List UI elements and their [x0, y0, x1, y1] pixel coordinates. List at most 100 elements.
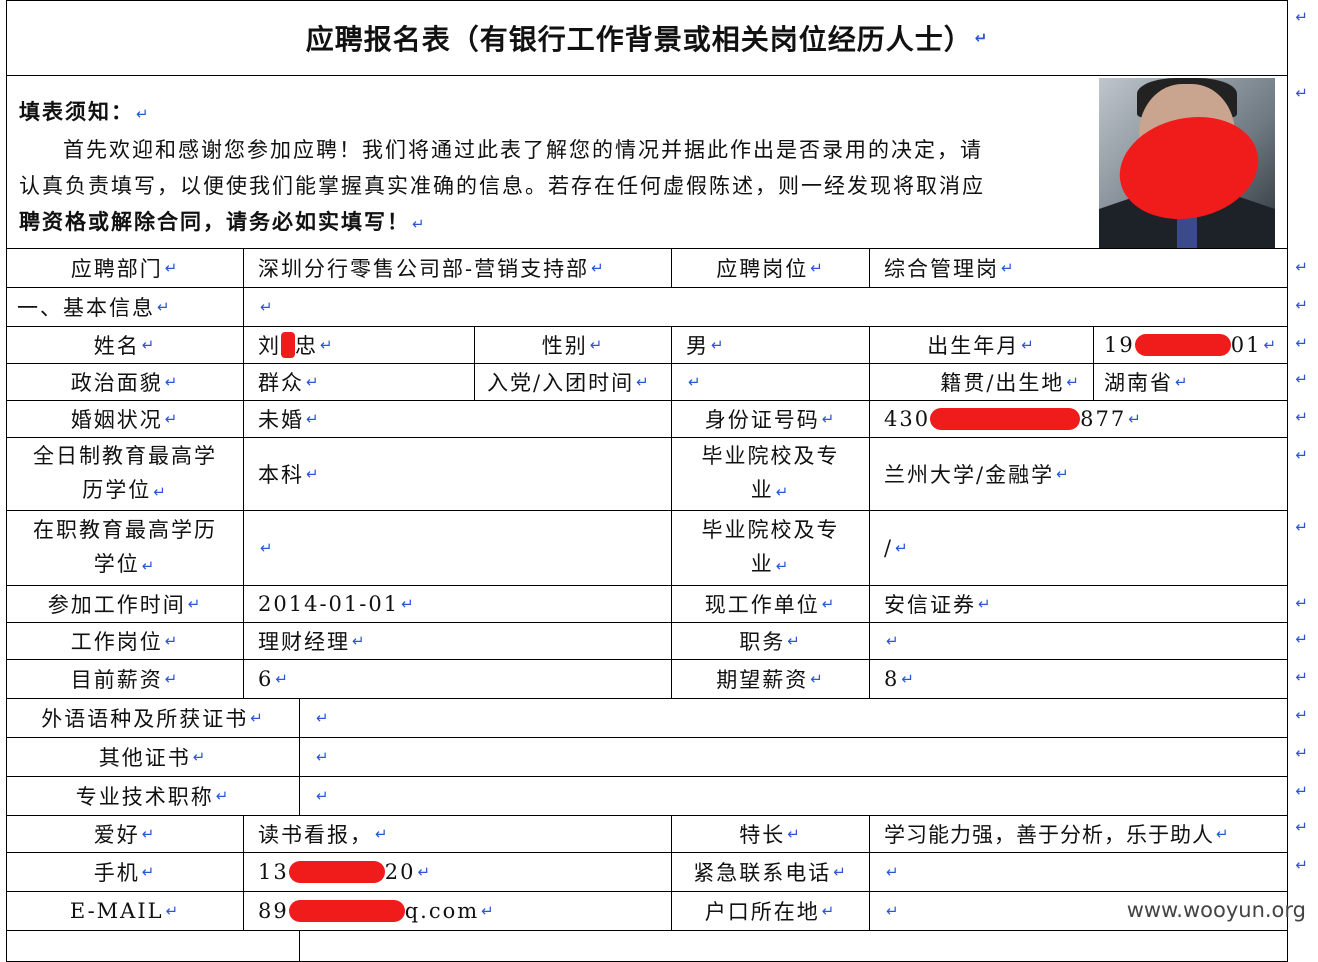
return-mark: ↵: [1056, 465, 1071, 483]
cell-text: 群众: [258, 371, 304, 395]
cell-text: 19: [1104, 333, 1135, 357]
return-mark: ↵: [141, 557, 157, 575]
name-label: 姓名 ↵: [7, 327, 244, 363]
redaction-bar: [288, 900, 405, 922]
return-mark: ↵: [1295, 258, 1308, 276]
cell-text: 手机: [93, 861, 140, 885]
hobby-label: 爱好 ↵: [7, 816, 244, 852]
edu-label: 全日制教育最高学历学位 ↵: [7, 438, 244, 510]
return-mark: ↵: [1295, 818, 1308, 836]
expect-label: 期望薪资 ↵: [672, 660, 870, 698]
watermark: www.wooyun.org: [1126, 898, 1306, 922]
cell-text: 男: [686, 334, 709, 358]
return-mark: ↵: [589, 336, 605, 354]
return-mark: ↵: [260, 298, 275, 316]
phone-value: 13 20 ↵: [244, 853, 672, 891]
row-politics: 政治面貌 ↵ 群众 ↵ 入党/入团时间 ↵ ↵ 籍贯/出生地 ↵ 湖南省 ↵: [7, 364, 1287, 401]
title-value: ↵: [870, 623, 1284, 659]
cell-text: 应聘部门: [70, 257, 163, 281]
cell-text: 历学位 ↵: [82, 473, 168, 509]
cell-text: 刘: [258, 334, 281, 358]
row-name: 姓名 ↵ 刘忠 ↵ 性别 ↵ 男 ↵ 出生年月 ↵ 19 01 ↵: [7, 327, 1287, 364]
birth-value: 19 01 ↵: [1094, 327, 1284, 363]
cell-text: 职务: [739, 630, 786, 654]
cert-label: 其他证书 ↵: [7, 738, 300, 776]
cell-text: 业: [750, 478, 774, 502]
return-mark: ↵: [688, 373, 703, 391]
return-mark: ↵: [136, 105, 151, 123]
return-mark: ↵: [250, 709, 265, 727]
cell-text: E-MAIL: [69, 899, 164, 923]
cell-text: 全日制教育最高学: [33, 444, 217, 468]
return-mark: ↵: [591, 259, 606, 277]
marital-value: 未婚 ↵: [244, 401, 672, 437]
return-mark: ↵: [157, 298, 172, 316]
notice-heading: 填表须知：: [19, 99, 134, 124]
work-start-label: 参加工作时间 ↵: [7, 586, 244, 622]
edu-value: 本科 ↵: [244, 438, 672, 510]
emergency-value: ↵: [870, 853, 1284, 891]
cell-text: 其他证书: [98, 746, 191, 770]
cell-text: 读书看报，: [258, 823, 373, 847]
row-fulltime-education: 全日制教育最高学 历学位 ↵ 本科 ↵ 毕业院校及专业 ↵ 兰州大学/金融学 ↵: [7, 438, 1287, 511]
row-inservice-education: 在职教育最高学历 学位 ↵ ↵ 毕业院校及专业 ↵ / ↵: [7, 511, 1287, 586]
gender-label: 性别 ↵: [475, 327, 672, 363]
cell-text: 应聘岗位: [716, 257, 809, 281]
return-mark: ↵: [306, 410, 321, 428]
return-mark: ↵: [153, 483, 168, 501]
cell-text: 理财经理: [258, 630, 350, 654]
cell-text: 877: [1080, 407, 1127, 431]
dept-value: 深圳分行零售公司部-营销支持部 ↵: [244, 249, 672, 287]
return-mark: ↵: [352, 632, 367, 650]
redaction-bar: [1134, 334, 1231, 356]
cell-text: 户口所在地: [704, 900, 820, 924]
return-mark: ↵: [636, 373, 651, 391]
return-mark: ↵: [1295, 370, 1308, 388]
prof-value: ↵: [300, 777, 1284, 815]
cell-text: 外语语种及所获证书: [41, 707, 249, 731]
return-mark: ↵: [1001, 259, 1016, 277]
notice-line-3: 聘资格或解除合同，请务必如实填写！: [19, 209, 410, 234]
job-label: 工作岗位 ↵: [7, 623, 244, 659]
row-salary: 目前薪资 ↵ 6 ↵ 期望薪资 ↵ 8 ↵: [7, 660, 1287, 699]
row-professional-title: 专业技术职称 ↵ ↵: [7, 777, 1287, 816]
cell-text: 6: [258, 667, 274, 691]
school2-value: / ↵: [870, 511, 1284, 585]
row-marital: 婚姻状况 ↵ 未婚 ↵ 身份证号码 ↵ 430 877 ↵: [7, 401, 1287, 438]
return-mark: ↵: [164, 632, 180, 650]
cell-text: 期望薪资: [716, 668, 809, 692]
return-mark: ↵: [275, 670, 290, 688]
return-mark: ↵: [192, 748, 208, 766]
return-mark: ↵: [1295, 334, 1308, 352]
return-mark: ↵: [821, 595, 837, 613]
return-mark: ↵: [1295, 446, 1308, 464]
return-mark: ↵: [775, 483, 791, 501]
return-mark: ↵: [1066, 373, 1081, 391]
cell-text: 目前薪资: [70, 668, 163, 692]
notice-text: 填表须知： ↵ 首先欢迎和感谢您参加应聘！我们将通过此表了解您的情况并据此作出是否…: [19, 94, 1099, 242]
cell-text: 忠: [295, 334, 318, 358]
return-mark: ↵: [1295, 296, 1308, 314]
employer-label: 现工作单位 ↵: [672, 586, 870, 622]
row-hobby: 爱好 ↵ 读书看报， ↵ 特长 ↵ 学习能力强，善于分析，乐于助人 ↵: [7, 816, 1287, 853]
return-mark: ↵: [401, 595, 416, 613]
emergency-label: 紧急联系电话 ↵: [672, 853, 870, 891]
return-mark: ↵: [164, 373, 180, 391]
party-label: 入党/入团时间 ↵: [475, 364, 672, 400]
notice-line-1: 首先欢迎和感谢您参加应聘！我们将通过此表了解您的情况并据此作出是否录用的决定，请: [63, 138, 983, 162]
cell-text: 身份证号码: [704, 408, 820, 432]
cell-text: 13: [258, 860, 289, 884]
return-mark: ↵: [141, 336, 157, 354]
return-mark: ↵: [320, 336, 335, 354]
row-phone: 手机 ↵ 13 20 ↵ 紧急联系电话 ↵ ↵: [7, 853, 1287, 892]
lang-label: 外语语种及所获证书 ↵: [7, 699, 300, 737]
id-label: 身份证号码 ↵: [672, 401, 870, 437]
cell-text: 籍贯/出生地: [940, 371, 1065, 395]
phone-label: 手机 ↵: [7, 853, 244, 891]
return-mark: ↵: [215, 787, 231, 805]
cell-text: 历学位: [82, 478, 152, 502]
return-mark: ↵: [787, 825, 802, 843]
cell-text: 89: [258, 899, 289, 923]
cell-text: 安信证券: [884, 593, 976, 617]
return-mark: ↵: [978, 595, 993, 613]
